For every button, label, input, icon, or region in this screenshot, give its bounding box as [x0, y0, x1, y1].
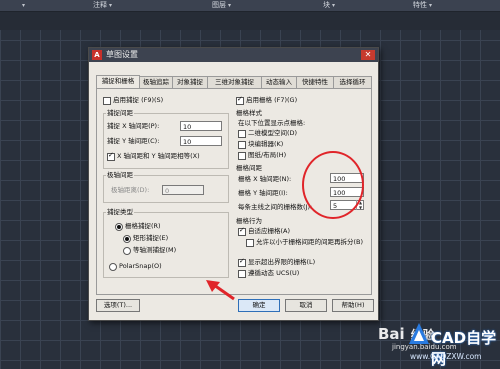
grid-style-subtitle: 在以下位置显示点栅格:	[238, 119, 306, 127]
snap-on-label: 启用捕捉 (F9)(S)	[113, 96, 164, 104]
tab-3d-object-snap[interactable]: 三维对象捕捉	[207, 76, 262, 88]
tab-dynamic-input[interactable]: 动态输入	[261, 76, 297, 88]
snap-y-label: 捕捉 Y 轴间距(C):	[107, 137, 160, 145]
tab-polar-tracking[interactable]: 极轴追踪	[139, 76, 173, 88]
dialog-title: 草图设置	[106, 50, 138, 59]
snap-x-input[interactable]: 10	[180, 121, 222, 131]
autocad-logo-icon: A	[92, 50, 102, 60]
block-editor-checkbox[interactable]	[238, 141, 246, 149]
ribbon-layers-label: 图层	[212, 1, 226, 9]
chevron-down-icon: ▾	[109, 2, 113, 9]
follow-ucs-label: 遵循动态 UCS(U)	[248, 269, 300, 277]
chevron-down-icon: ▾	[429, 2, 433, 9]
red-arrow-icon	[206, 280, 235, 301]
ok-button[interactable]: 确定	[238, 299, 280, 312]
equal-xy-label: X 轴间距和 Y 轴间距相等(X)	[117, 152, 200, 160]
ribbon-properties-panel[interactable]: 特性 ▾	[413, 0, 432, 11]
cancel-button[interactable]: 取消	[285, 299, 327, 312]
subdivide-label: 允许以小于栅格间距的间距再拆分(B)	[256, 238, 364, 246]
equal-xy-checkbox[interactable]	[107, 151, 115, 161]
rect-snap-label: 矩形捕捉(E)	[133, 234, 169, 242]
options-button[interactable]: 选项(T)...	[96, 299, 140, 312]
model-space-checkbox[interactable]	[238, 130, 246, 138]
ribbon-block-panel[interactable]: 块 ▾	[323, 0, 335, 11]
snap-x-label: 捕捉 X 轴间距(P):	[107, 122, 160, 130]
snap-type-title: 捕捉类型	[106, 208, 134, 217]
ribbon-annotation-label: 注释	[93, 1, 107, 9]
snap-y-input[interactable]: 10	[180, 136, 222, 146]
block-editor-label: 块编辑器(K)	[248, 140, 284, 148]
iso-snap-label: 等轴测捕捉(M)	[133, 246, 177, 254]
adaptive-grid-checkbox[interactable]	[238, 226, 246, 236]
snap-on-checkbox[interactable]	[103, 97, 111, 105]
tab-snap-and-grid[interactable]: 捕捉和栅格	[96, 75, 140, 88]
tab-selection-cycling[interactable]: 选择循环	[333, 76, 372, 88]
adaptive-grid-label: 自适应栅格(A)	[248, 227, 291, 235]
close-icon[interactable]: ✕	[361, 50, 375, 60]
grid-on-checkbox[interactable]	[236, 95, 244, 105]
ribbon-properties-label: 特性	[413, 1, 427, 9]
sheet-layout-label: 图纸/布局(H)	[248, 151, 287, 159]
follow-ucs-checkbox[interactable]	[238, 270, 246, 278]
iso-snap-radio[interactable]	[123, 247, 131, 255]
model-space-label: 二维模型空间(D)	[248, 129, 298, 137]
snap-spacing-title: 捕捉间距	[106, 109, 134, 118]
polar-distance-input[interactable]: 0	[162, 185, 204, 195]
ribbon-panel-bar: ▾ 注释 ▾ 图层 ▾ 块 ▾ 特性 ▾	[0, 0, 500, 12]
file-tab-strip	[0, 12, 500, 30]
ribbon-block-label: 块	[323, 1, 330, 9]
grid-x-label: 栅格 X 轴间距(N):	[238, 175, 292, 183]
tab-object-snap[interactable]: 对象捕捉	[172, 76, 208, 88]
major-line-label: 每条主线之间的栅格数(J):	[238, 203, 313, 211]
polar-spacing-title: 极轴间距	[106, 171, 134, 180]
grid-snap-label: 栅格捕捉(R)	[125, 222, 161, 230]
beyond-limits-checkbox[interactable]	[238, 257, 246, 267]
baidu-watermark-text: Bai	[378, 325, 405, 343]
beyond-limits-label: 显示超出界限的栅格(L)	[248, 258, 316, 266]
grid-style-title: 栅格样式	[236, 109, 262, 117]
dialog-titlebar[interactable]: A 草图设置 ✕	[89, 48, 378, 62]
subdivide-checkbox[interactable]	[246, 239, 254, 247]
cad-logo-icon	[409, 323, 429, 344]
ribbon-layers-panel[interactable]: 图层 ▾	[212, 0, 231, 11]
cad-site-watermark: CAD自学网	[431, 329, 497, 368]
grid-on-label: 启用栅格 (F7)(G)	[246, 96, 298, 104]
grid-snap-radio[interactable]	[115, 223, 123, 231]
polar-snap-label: PolarSnap(O)	[119, 262, 162, 270]
help-button[interactable]: 帮助(H)	[332, 299, 374, 312]
ribbon-draw-dropdown[interactable]: ▾	[20, 0, 25, 11]
rect-snap-radio[interactable]	[123, 235, 131, 243]
tab-strip: 捕捉和栅格 极轴追踪 对象捕捉 三维对象捕捉 动态输入 快捷特性 选择循环	[96, 75, 372, 88]
ribbon-annotation-panel[interactable]: 注释 ▾	[93, 0, 112, 11]
grid-y-label: 栅格 Y 轴间距(I):	[238, 189, 288, 197]
highlight-circle	[302, 151, 364, 219]
chevron-down-icon: ▾	[332, 2, 336, 9]
tab-quick-properties[interactable]: 快捷特性	[296, 76, 334, 88]
grid-behavior-title: 栅格行为	[236, 217, 262, 225]
chevron-down-icon: ▾	[228, 2, 232, 9]
polar-snap-radio[interactable]	[109, 263, 117, 271]
cad-domain-watermark: www.CADZXW.com	[410, 352, 482, 361]
grid-spacing-title: 栅格间距	[236, 164, 262, 172]
sheet-layout-checkbox[interactable]	[238, 152, 246, 160]
polar-distance-label: 极轴距离(D):	[111, 186, 150, 194]
